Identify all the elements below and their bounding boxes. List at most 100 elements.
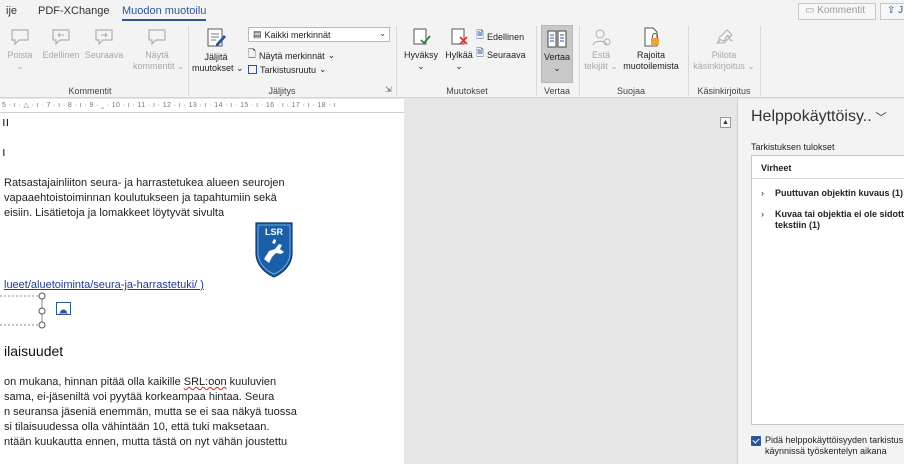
spelling-error-word[interactable]: SRL:oon <box>184 376 227 388</box>
share-button-label: J <box>898 5 904 16</box>
show-comments-label-2: kommentit <box>133 61 175 71</box>
ribbon: Poista ⌄ Edellinen Seuraava Näytä kommen… <box>0 22 904 98</box>
comment-icon: ▭ <box>805 5 815 16</box>
checkbox-checked-icon[interactable] <box>751 436 761 446</box>
issue-label: tekstiin (1) <box>775 220 821 230</box>
reject-label: Hylkää <box>445 50 473 60</box>
keep-checker-running-checkbox[interactable]: Pidä helppokäyttöisyyden tarkistus käynn… <box>751 435 903 457</box>
issue-label: Puuttuvan objektin kuvaus (1) <box>775 188 904 198</box>
ribbon-separator <box>396 26 397 96</box>
markup-dropdown[interactable]: ▤ Kaikki merkinnät ⌄ <box>248 27 390 42</box>
document-page[interactable]: ıı ı Ratsastajainliiton seura- ja harras… <box>0 113 404 464</box>
seura-tuki-link[interactable]: lueet/aluetoiminta/seura-ja-harrastetuki… <box>4 279 204 291</box>
chevron-down-icon: ⌄ <box>379 29 386 38</box>
tab-partial[interactable]: ije <box>6 5 17 17</box>
layout-options-icon[interactable] <box>56 302 71 315</box>
logo-lettering: LSR <box>265 227 284 237</box>
tab-pdf-xchange[interactable]: PDF-XChange <box>38 5 110 17</box>
review-pane-button[interactable]: Tarkistusruutu ⌄ <box>248 64 327 75</box>
tab-muodon-muotoilu[interactable]: Muodon muotoilu <box>122 5 207 21</box>
show-markup-button[interactable]: 🗋 Näytä merkinnät ⌄ <box>248 47 335 64</box>
track-changes-button[interactable]: Jäljitä muutokset ⌄ <box>192 26 244 74</box>
pane-title-text: Helppokäyttöisy.. <box>751 108 872 125</box>
show-comments-label-1: Näytä <box>145 50 169 60</box>
block-authors-icon <box>592 29 611 46</box>
block-authors-label-1: Estä <box>591 50 610 60</box>
accept-change-button[interactable]: Hyväksy ⌄ <box>403 26 439 72</box>
menu-bar: ije PDF-XChange Muodon muotoilu ▭ Kommen… <box>0 0 904 22</box>
review-pane-icon <box>248 65 257 74</box>
accept-icon <box>413 28 431 45</box>
compare-label: Vertaa <box>543 52 571 62</box>
group-label-jaljitys: Jäljitys <box>268 86 296 96</box>
previous-change-icon: 🗎 <box>476 30 485 41</box>
hide-ink-button[interactable]: Piilota käsinkirjoitus ⌄ <box>692 26 756 72</box>
restrict-editing-button[interactable]: Rajoita muotoilemista <box>620 26 682 72</box>
ribbon-separator <box>188 26 189 96</box>
block-authors-label-2: tekijät <box>584 61 608 71</box>
hide-ink-label-1: Piilota <box>711 50 737 60</box>
inspection-results-label: Tarkistuksen tulokset <box>751 142 835 152</box>
chevron-right-icon: › <box>761 188 764 198</box>
show-comments-icon <box>148 29 166 46</box>
reject-change-button[interactable]: Hylkää ⌄ <box>443 26 475 72</box>
group-label-kasinkirjoitus: Käsinkirjoitus <box>697 86 751 96</box>
group-label-kommentit: Kommentit <box>68 86 112 96</box>
delete-comment-label: Poista <box>7 50 33 60</box>
share-icon: ⇪ <box>887 5 896 16</box>
previous-comment-button[interactable]: Edellinen <box>40 26 82 61</box>
section-heading: ilaisuudet <box>4 343 64 359</box>
previous-comment-label: Edellinen <box>42 50 80 60</box>
scroll-up-arrow-icon: ▲ <box>722 119 729 126</box>
next-comment-label: Seuraava <box>84 50 124 60</box>
review-pane-label: Tarkistusruutu <box>260 64 317 75</box>
next-change-label: Seuraava <box>487 49 526 60</box>
share-button[interactable]: ⇪ J <box>880 3 904 20</box>
comments-button[interactable]: ▭ Kommentit <box>798 3 876 20</box>
text-fragment: ı <box>2 144 6 159</box>
previous-change-label: Edellinen <box>487 31 525 42</box>
markup-dropdown-icon: ▤ <box>253 29 262 39</box>
paragraph-line: n seuransa jäseniä enemmän, mutta se ei … <box>4 406 297 418</box>
chevron-right-icon: › <box>761 209 764 219</box>
show-markup-icon: 🗋 <box>248 49 257 60</box>
comments-button-label: Kommentit <box>817 5 866 16</box>
next-comment-button[interactable]: Seuraava <box>84 26 124 61</box>
group-label-muutokset: Muutokset <box>446 86 488 96</box>
issues-list: Virheet › Puuttuvan objektin kuvaus (1) ›… <box>751 155 904 425</box>
checkbox-label: käynnissä työskentelyn aikana <box>765 446 887 456</box>
dialog-launcher-icon[interactable]: ⇲ <box>385 85 392 94</box>
text-span: kuuluvien <box>226 376 277 388</box>
group-label-suojaa: Suojaa <box>616 86 646 96</box>
ribbon-separator <box>579 26 580 96</box>
compare-icon <box>547 30 567 48</box>
text-fragment: ıı <box>2 114 10 129</box>
delete-comment-button[interactable]: Poista ⌄ <box>6 26 34 72</box>
paragraph-line: si tilaisuudessa olla vähintään 10, että… <box>4 421 270 433</box>
lsr-logo[interactable]: LSR <box>254 221 294 279</box>
track-changes-icon <box>207 28 226 47</box>
compare-button[interactable]: Vertaa ⌄ <box>542 28 572 74</box>
block-authors-button[interactable]: Estä tekijät ⌄ <box>584 26 618 72</box>
show-markup-label: Näytä merkinnät <box>259 50 325 61</box>
horizontal-ruler[interactable]: 5 · ı · △ · ı · 7 · ı · 8 · ı · 9 · ˽ · … <box>0 99 404 113</box>
track-changes-label-1: Jäljitä <box>204 52 228 62</box>
pane-title[interactable]: Helppokäyttöisy.. ﹀ <box>751 108 887 126</box>
issue-missing-alt-text[interactable]: › Puuttuvan objektin kuvaus (1) <box>761 188 903 199</box>
show-comments-button[interactable]: Näytä kommentit ⌄ <box>133 26 185 72</box>
lock-document-icon <box>644 27 659 47</box>
paragraph-line: on mukana, hinnan pitää olla kaikille SR… <box>4 375 276 390</box>
chevron-down-icon: ﹀ <box>875 112 887 124</box>
issue-object-not-inline[interactable]: › Kuvaa tai objektia ei ole sidott teksti… <box>761 209 904 231</box>
issue-label: Kuvaa tai objektia ei ole sidott <box>775 209 904 219</box>
scroll-up-button[interactable]: ▲ <box>720 117 731 128</box>
next-change-icon: 🗎 <box>476 48 485 59</box>
paragraph-line: eisiin. Lisätietoja ja lomakkeet löytyvä… <box>4 207 225 219</box>
hide-ink-icon <box>716 29 733 45</box>
text-span: on mukana, hinnan pitää olla kaikille <box>4 376 184 388</box>
ribbon-separator <box>760 26 761 96</box>
paragraph-line: Ratsastajainliiton seura- ja harrastetuk… <box>4 177 285 189</box>
group-label-vertaa: Vertaa <box>543 86 571 96</box>
previous-change-button[interactable]: 🗎 Edellinen <box>476 28 524 45</box>
next-change-button[interactable]: 🗎 Seuraava <box>476 46 526 63</box>
